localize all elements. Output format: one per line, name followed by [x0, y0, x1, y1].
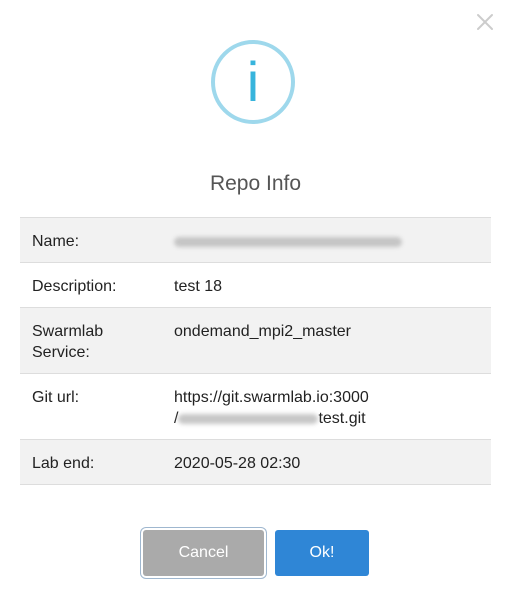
- description-value: test 18: [162, 262, 491, 308]
- table-row-name: Name:: [20, 217, 491, 263]
- cancel-button[interactable]: Cancel: [143, 530, 264, 576]
- repo-info-table: Name: Description: test 18 Swarmlab Serv…: [20, 217, 491, 485]
- redacted-git-path: [178, 413, 319, 424]
- description-label: Description:: [20, 262, 162, 308]
- close-button[interactable]: [473, 10, 497, 34]
- service-value: ondemand_mpi2_master: [162, 307, 491, 374]
- close-icon: [477, 14, 493, 30]
- info-icon: i: [211, 40, 295, 124]
- table-row-lab-end: Lab end: 2020-05-28 02:30: [20, 439, 491, 485]
- name-value: [162, 217, 491, 263]
- table-row-service: Swarmlab Service: ondemand_mpi2_master: [20, 307, 491, 374]
- git-url-value: https://git.swarmlab.io:3000 /test.git: [162, 373, 491, 440]
- lab-end-label: Lab end:: [20, 439, 162, 485]
- redacted-name: [174, 236, 402, 247]
- git-url-label: Git url:: [20, 373, 162, 440]
- name-label: Name:: [20, 217, 162, 263]
- dialog-title: Repo Info: [209, 172, 302, 195]
- repo-info-dialog: i Repo Info Name: Description: test 18 S…: [0, 0, 511, 602]
- service-label-line1: Swarmlab: [32, 323, 104, 340]
- lab-end-value: 2020-05-28 02:30: [162, 439, 491, 485]
- info-glyph: i: [246, 50, 260, 113]
- git-url-line1: https://git.swarmlab.io:3000: [174, 389, 369, 406]
- service-label-line2: Service:: [32, 344, 90, 361]
- service-label: Swarmlab Service:: [20, 307, 162, 374]
- git-url-suffix: test.git: [318, 410, 366, 427]
- table-row-description: Description: test 18: [20, 262, 491, 308]
- ok-button[interactable]: Ok!: [275, 530, 369, 576]
- table-row-git-url: Git url: https://git.swarmlab.io:3000 /t…: [20, 373, 491, 440]
